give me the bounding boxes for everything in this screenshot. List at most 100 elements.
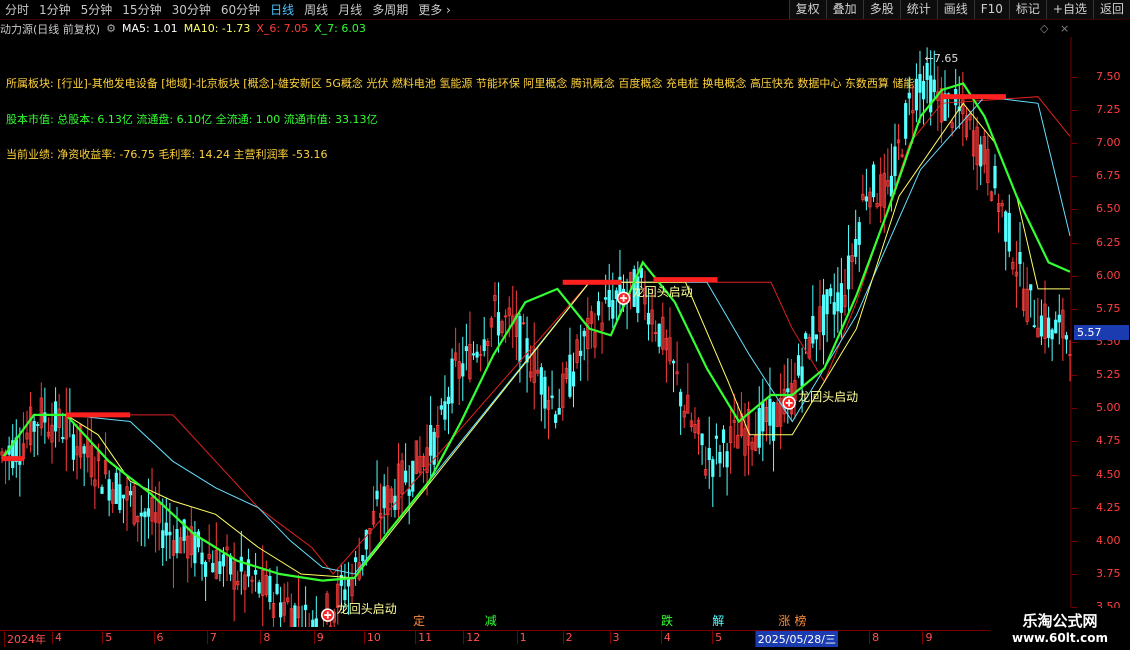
settings-icon[interactable]: ⚙	[106, 22, 116, 35]
candle-body	[193, 532, 197, 564]
toolbar-button-4[interactable]: 画线	[936, 0, 974, 19]
ma5-value: MA5: 1.01	[121, 22, 178, 35]
period-tab-4[interactable]: 30分钟	[167, 1, 216, 18]
candle-body	[229, 555, 233, 575]
candle-body	[304, 604, 308, 611]
period-tab-1[interactable]: 1分钟	[34, 1, 76, 18]
candle-body	[836, 292, 840, 312]
candle-body	[804, 333, 808, 339]
date-label: 3	[609, 631, 622, 644]
period-tab-3[interactable]: 15分钟	[117, 1, 166, 18]
launch-signal-label: 龙回头启动	[337, 602, 397, 616]
date-label: 10	[363, 631, 383, 644]
price-tick-label: 6.75	[1096, 169, 1121, 183]
price-tick-label: 7.50	[1096, 69, 1121, 83]
candle-body	[539, 367, 543, 395]
candle-body	[254, 570, 258, 575]
toolbar-button-1[interactable]: 叠加	[825, 0, 863, 19]
candle-body	[761, 402, 765, 432]
toolbar-button-3[interactable]: 统计	[899, 0, 937, 19]
candle-body	[1007, 212, 1011, 252]
candle-body	[36, 424, 40, 426]
candle-body	[375, 490, 379, 500]
candle-body	[161, 530, 165, 548]
candle-body	[679, 391, 683, 407]
price-tick-mark	[1072, 76, 1077, 78]
candle-body	[871, 164, 876, 198]
toolbar-button-2[interactable]: 多股	[862, 0, 900, 19]
candle-body	[200, 552, 204, 565]
toolbar-button-8[interactable]: 返回	[1092, 0, 1130, 19]
period-tab-8[interactable]: 月线	[333, 1, 367, 18]
price-tick-mark	[1072, 109, 1077, 111]
candle-body	[218, 561, 222, 575]
candle-body	[550, 395, 554, 399]
date-label: 12	[463, 631, 482, 644]
price-tick-label: 4.75	[1096, 434, 1121, 448]
toolbar-button-7[interactable]: +自选	[1045, 0, 1093, 19]
price-tick-mark	[1072, 375, 1077, 377]
candle-body	[100, 486, 104, 494]
candle-body	[411, 460, 415, 492]
candle-body	[1064, 335, 1069, 340]
candle-body	[407, 489, 411, 496]
event-tag: 减	[485, 614, 497, 627]
candle-body	[1018, 252, 1022, 265]
candle-body	[443, 401, 447, 420]
period-tab-5[interactable]: 60分钟	[216, 1, 265, 18]
date-label: 9	[922, 631, 934, 644]
period-tab-10[interactable]: 更多 ›	[413, 1, 456, 18]
date-axis: 2024年 4 5 6 7 8 9 10 11 12 1 2 3 4 5 2025/05/28/三 8 9	[0, 630, 1072, 647]
yellow-stop-line	[65, 102, 1070, 579]
candle-body	[164, 522, 168, 536]
candle-body	[496, 312, 501, 336]
candle-body	[829, 288, 833, 297]
launch-signal-label: 龙回头启动	[633, 285, 693, 299]
candle-body	[482, 339, 486, 352]
candle-body	[857, 222, 861, 245]
candle-body	[918, 74, 922, 93]
candle-body	[61, 437, 65, 440]
indicator-name[interactable]: 动力源(日线 前复权)	[0, 21, 100, 37]
candle-body	[768, 398, 772, 426]
candle-body	[1046, 317, 1051, 338]
candle-body	[439, 405, 443, 410]
candle-body	[932, 79, 936, 93]
red-resistance-bar	[653, 277, 718, 283]
candle-body	[707, 447, 711, 461]
candle-body	[246, 559, 251, 577]
diamond-icon[interactable]: ◇	[1040, 22, 1048, 35]
toolbar-button-6[interactable]: 标记	[1008, 0, 1046, 19]
candle-body	[671, 360, 676, 364]
candle-body	[128, 490, 133, 496]
candle-body	[571, 371, 576, 387]
candle-body	[596, 301, 601, 316]
close-icon[interactable]: ×	[1060, 22, 1069, 35]
price-tick-label: 6.50	[1096, 202, 1121, 216]
price-tick-mark	[1072, 408, 1077, 410]
period-tab-9[interactable]: 多周期	[367, 1, 413, 18]
price-tick-mark	[1072, 441, 1077, 443]
launch-signal-label: 龙回头启动	[798, 390, 858, 404]
candle-body	[361, 555, 365, 562]
toolbar-button-5[interactable]: F10	[973, 0, 1009, 19]
toolbar-button-0[interactable]: 复权	[788, 0, 826, 19]
period-tab-6[interactable]: 日线	[265, 1, 299, 18]
price-tick-label: 5.00	[1096, 401, 1121, 415]
period-tab-2[interactable]: 5分钟	[76, 1, 118, 18]
kline-chart[interactable]: 龙回头启动龙回头启动龙回头启动←7.65←3.26定减跌解涨榜	[0, 37, 1072, 627]
period-tab-0[interactable]: 分时	[0, 1, 34, 18]
current-price-tag: 5.57	[1074, 324, 1129, 340]
candle-body	[203, 561, 208, 577]
candle-body	[914, 78, 919, 111]
candle-body	[700, 433, 704, 446]
candle-body	[757, 408, 761, 448]
candle-body	[221, 554, 226, 567]
date-label: 8	[869, 631, 881, 644]
date-label: 4	[52, 631, 64, 644]
candle-body	[1032, 325, 1036, 328]
candle-body	[557, 407, 561, 415]
candle-body	[579, 350, 583, 357]
period-tab-7[interactable]: 周线	[299, 1, 333, 18]
candle-body	[268, 575, 272, 603]
